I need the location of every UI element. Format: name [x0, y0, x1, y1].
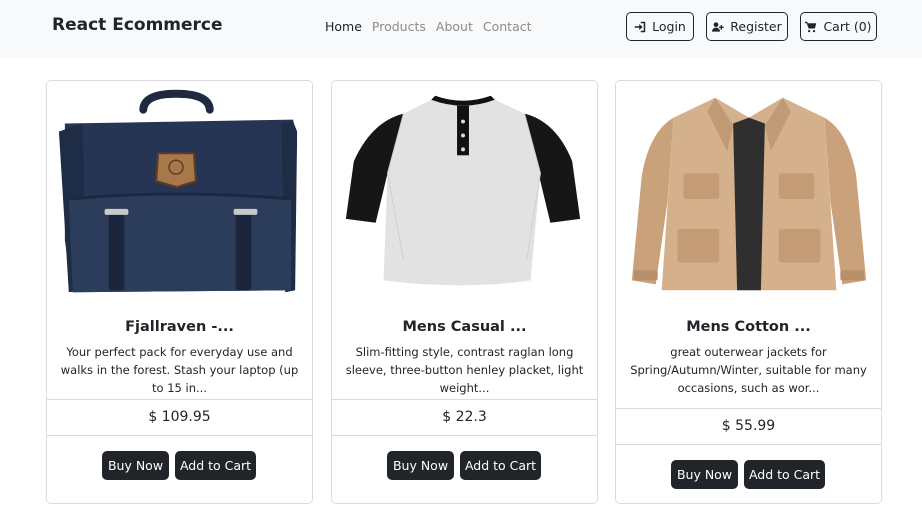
brand-link[interactable]: React Ecommerce [52, 15, 223, 35]
user-plus-icon [712, 21, 724, 32]
nav-link-products[interactable]: Products [372, 19, 426, 34]
jacket-image [631, 97, 867, 291]
product-price: $ 55.99 [721, 418, 776, 434]
card-divider [332, 435, 597, 436]
register-button[interactable]: Register [706, 12, 788, 41]
product-image-shirt[interactable] [332, 81, 597, 309]
product-card: Fjallraven -... Your perfect pack for ev… [46, 80, 313, 504]
card-divider [616, 408, 881, 409]
product-title: Fjallraven -... [125, 319, 234, 335]
sign-in-icon [634, 21, 646, 32]
cart-button[interactable]: Cart (0) [800, 12, 877, 41]
buy-now-button[interactable]: Buy Now [102, 451, 169, 480]
product-image-jacket[interactable] [616, 81, 881, 309]
card-divider [616, 444, 881, 445]
card-divider [332, 399, 597, 400]
product-description: Slim-fitting style, contrast raglan long… [345, 345, 584, 395]
card-divider [47, 399, 312, 400]
card-divider [47, 435, 312, 436]
product-description: great outerwear jackets for Spring/Autum… [630, 345, 867, 395]
product-title: Mens Cotton ... [686, 319, 811, 335]
product-price: $ 22.3 [442, 409, 487, 425]
product-price: $ 109.95 [148, 409, 211, 425]
navbar: React Ecommerce Home Products About Cont… [0, 0, 922, 58]
login-label: Login [652, 19, 686, 34]
shopping-cart-icon [805, 21, 817, 32]
buy-now-button[interactable]: Buy Now [387, 451, 454, 480]
product-card: Mens Cotton ... great outerwear jackets … [615, 80, 882, 504]
buy-now-button[interactable]: Buy Now [671, 460, 738, 489]
nav-link-contact[interactable]: Contact [483, 19, 532, 34]
add-to-cart-button[interactable]: Add to Cart [744, 460, 825, 489]
product-image-backpack[interactable] [47, 81, 312, 309]
login-button[interactable]: Login [626, 12, 694, 41]
product-description: Your perfect pack for everyday use and w… [60, 345, 299, 395]
register-label: Register [730, 19, 782, 34]
cart-label: Cart (0) [823, 19, 872, 34]
nav-link-about[interactable]: About [436, 19, 473, 34]
add-to-cart-button[interactable]: Add to Cart [175, 451, 256, 480]
backpack-image [58, 89, 298, 293]
add-to-cart-button[interactable]: Add to Cart [460, 451, 541, 480]
shirt-image [345, 95, 581, 286]
nav-link-home[interactable]: Home [325, 19, 362, 34]
nav-links: Home Products About Contact [325, 19, 532, 34]
product-title: Mens Casual ... [402, 319, 527, 335]
product-card: Mens Casual ... Slim-fitting style, cont… [331, 80, 598, 504]
